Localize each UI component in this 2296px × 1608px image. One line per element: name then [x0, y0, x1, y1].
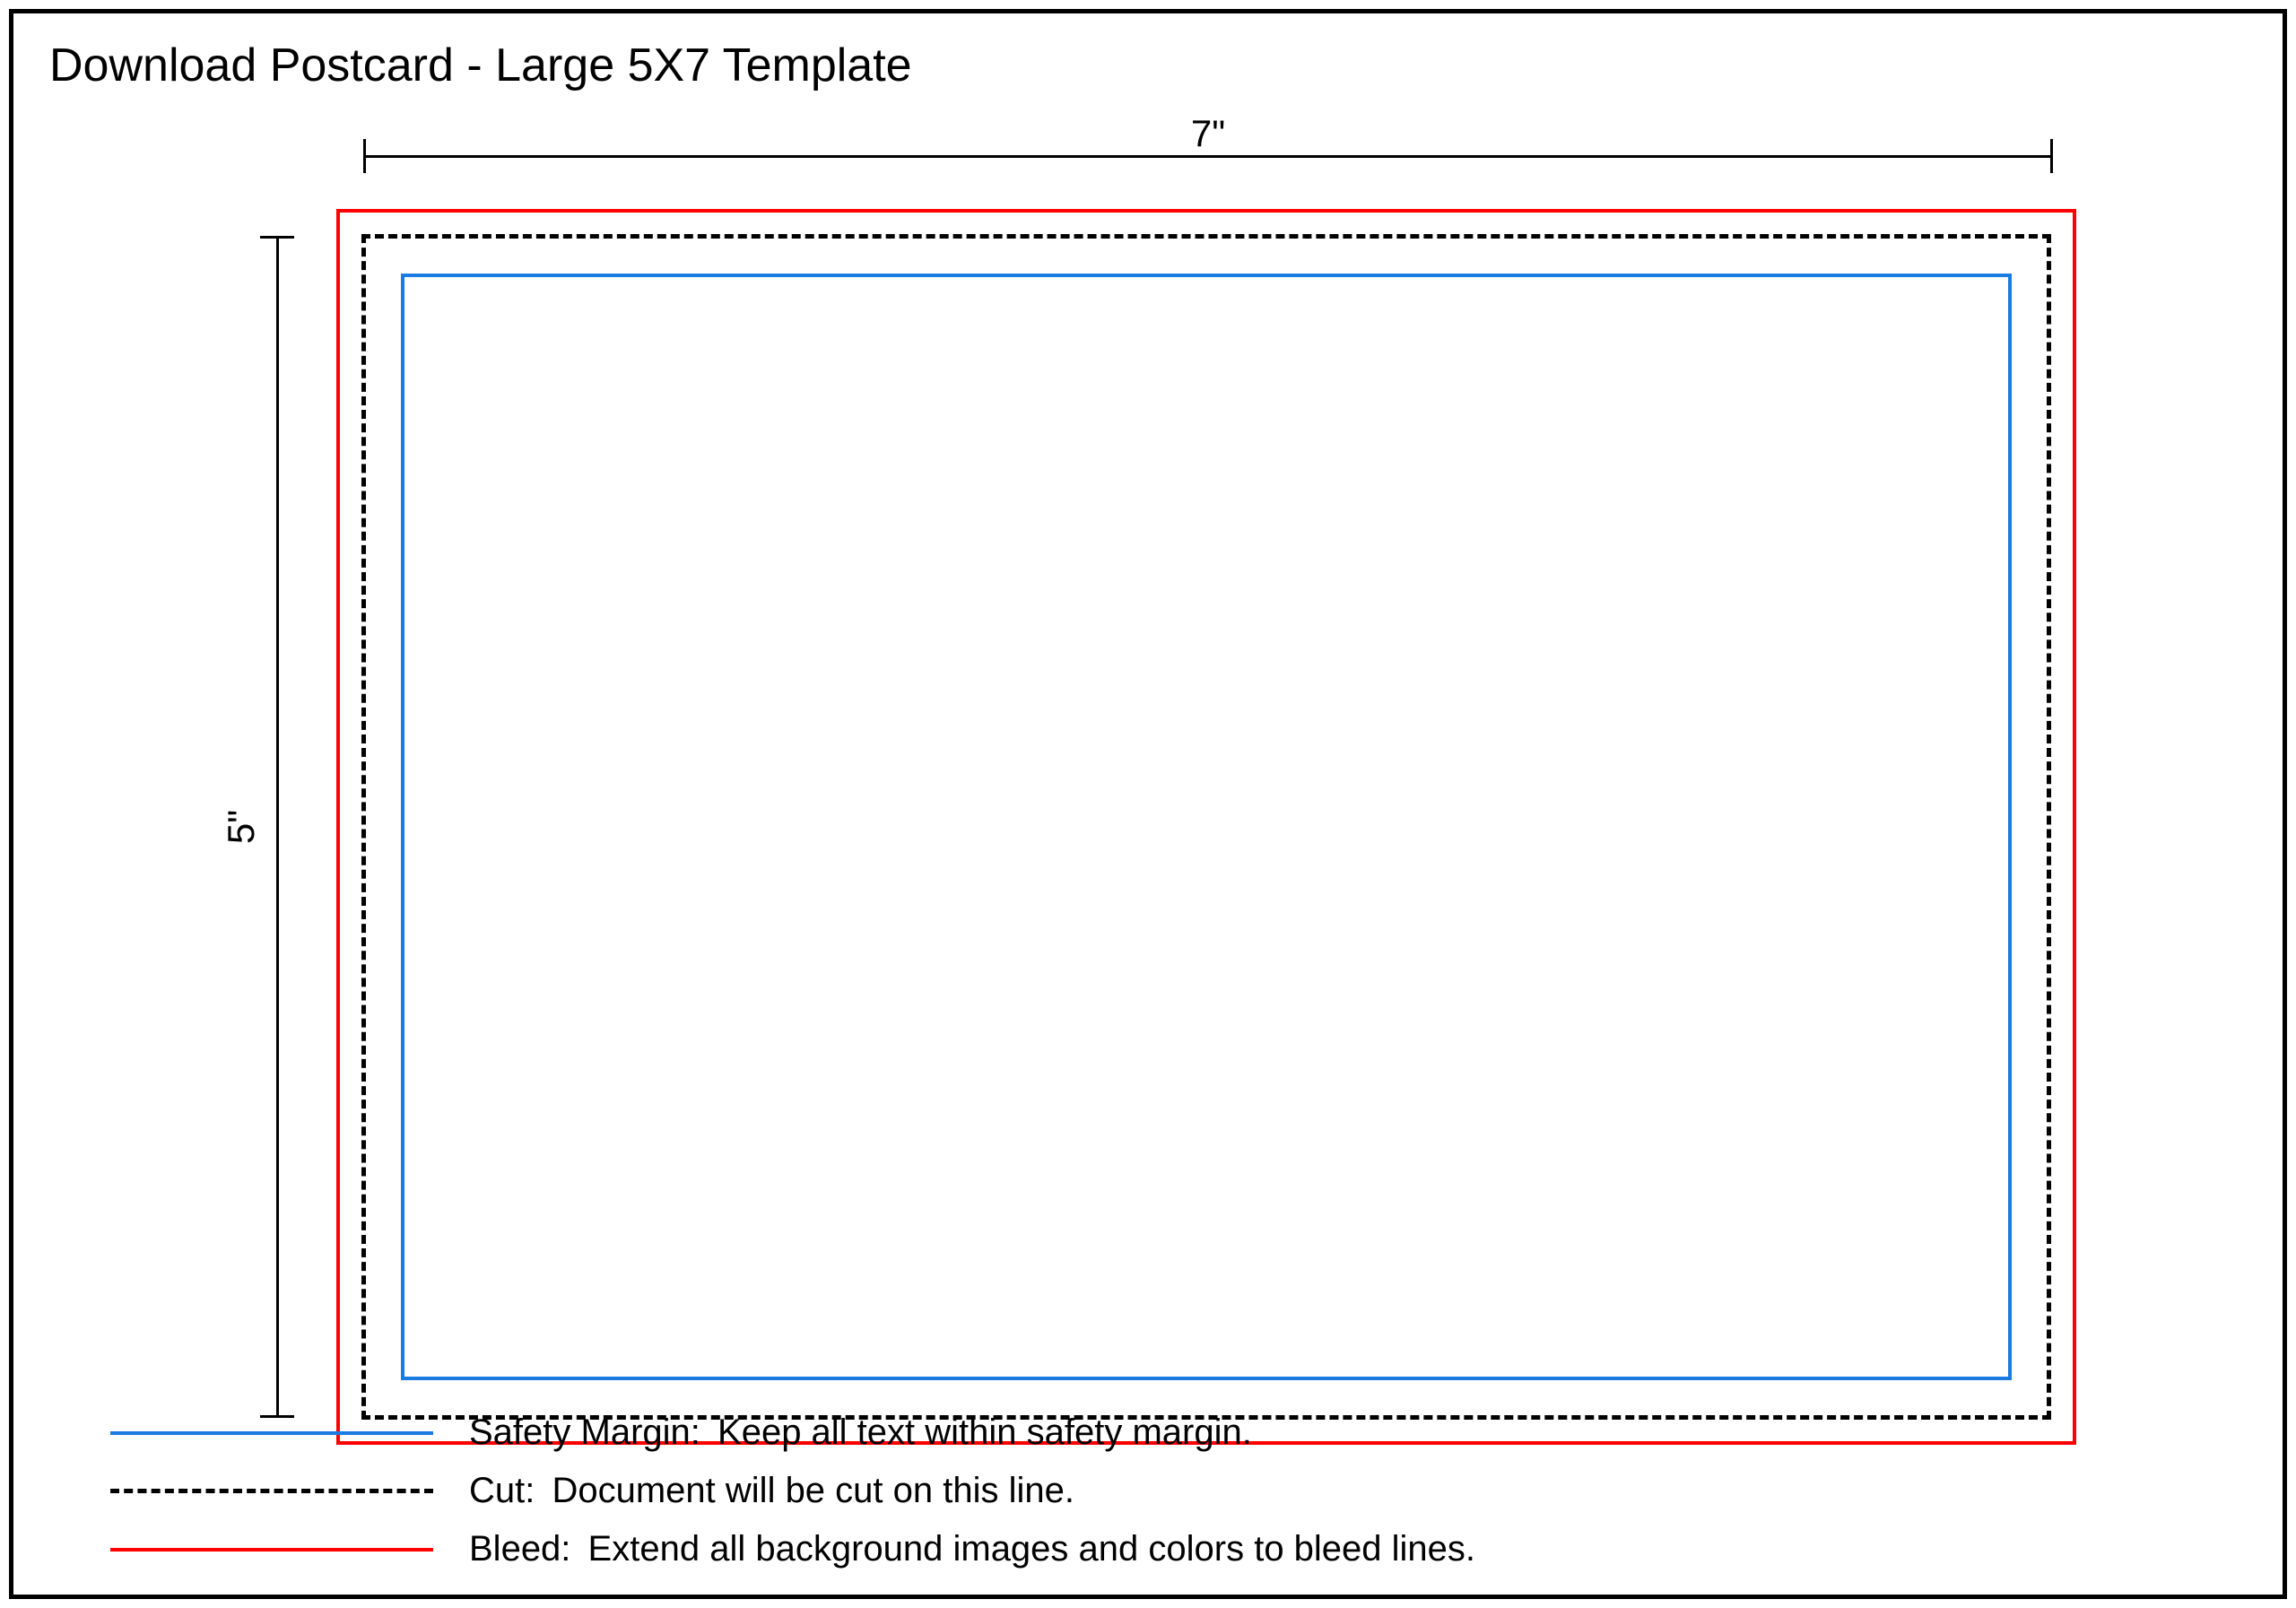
- legend-bleed-desc: Extend all background images and colors …: [588, 1529, 1476, 1569]
- legend-row-safety: Safety Margin: Keep all text within safe…: [110, 1412, 1475, 1453]
- dim-height-label: 5": [220, 810, 263, 844]
- legend-safety-text: Safety Margin: Keep all text within safe…: [469, 1412, 1252, 1453]
- legend-cut-text: Cut: Document will be cut on this line.: [469, 1471, 1074, 1511]
- legend-bleed-text: Bleed: Extend all background images and …: [469, 1529, 1475, 1569]
- dimension-height: 5": [233, 236, 287, 1418]
- legend-cut-desc: Document will be cut on this line.: [552, 1471, 1074, 1510]
- dim-line-left: [276, 236, 279, 1418]
- outer-frame: Download Postcard - Large 5X7 Template 7…: [9, 9, 2287, 1599]
- dimension-width: 7": [363, 112, 2053, 166]
- legend: Safety Margin: Keep all text within safe…: [110, 1412, 1475, 1569]
- legend-safety-desc: Keep all text within safety margin.: [718, 1412, 1252, 1452]
- title: Download Postcard - Large 5X7 Template: [49, 39, 912, 92]
- dim-line-top: [363, 155, 2053, 158]
- legend-bleed-label: Bleed:: [469, 1529, 570, 1569]
- legend-row-bleed: Bleed: Extend all background images and …: [110, 1529, 1475, 1569]
- legend-row-cut: Cut: Document will be cut on this line.: [110, 1471, 1475, 1511]
- safety-line-icon: [110, 1431, 433, 1435]
- dim-tick-right: [2050, 139, 2053, 173]
- cut-line-icon: [110, 1489, 433, 1493]
- bleed-line-icon: [110, 1548, 433, 1552]
- safety-rect: [401, 274, 2012, 1380]
- dim-width-label: 7": [1191, 112, 1225, 155]
- legend-safety-label: Safety Margin:: [469, 1412, 700, 1452]
- legend-cut-label: Cut:: [469, 1471, 535, 1510]
